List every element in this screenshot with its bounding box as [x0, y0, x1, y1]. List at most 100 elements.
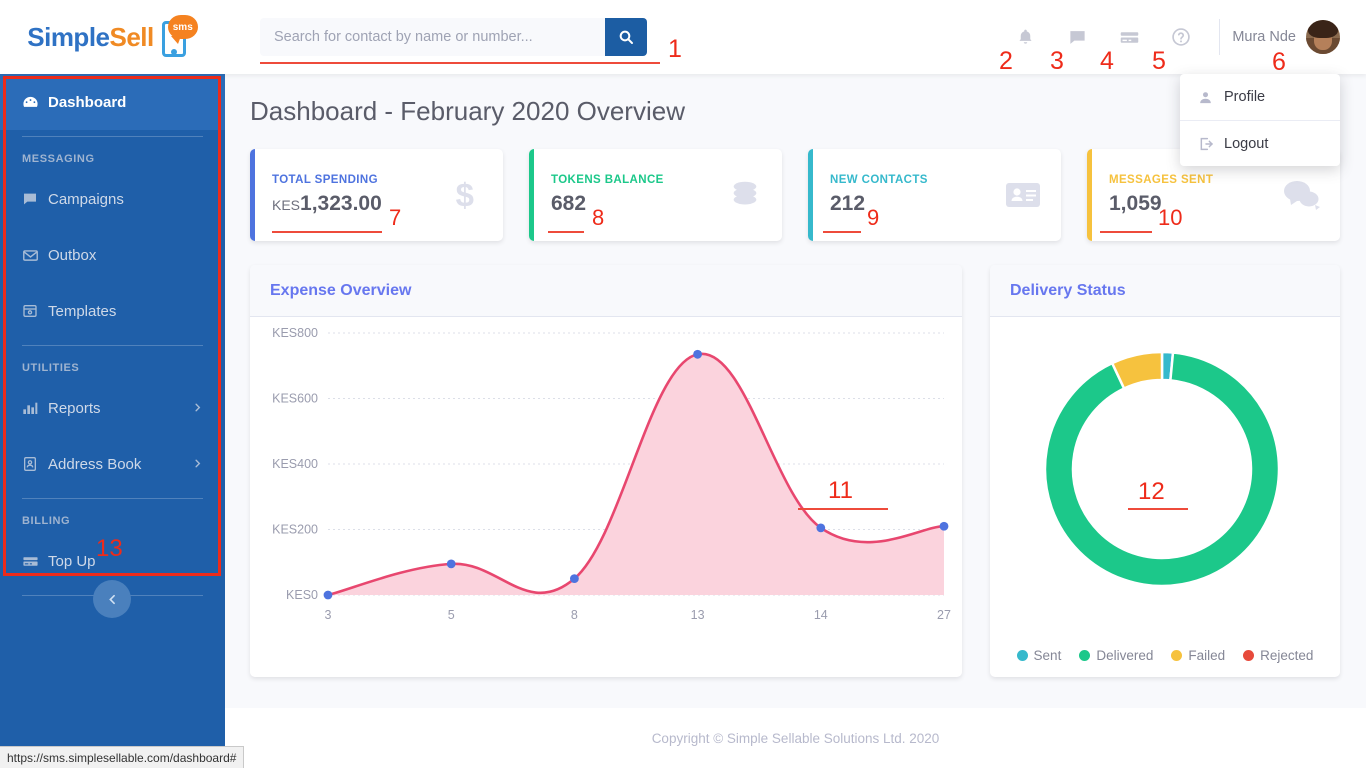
data-point: [446, 559, 456, 569]
avatar: [1306, 20, 1340, 54]
legend-label-rejected: Rejected: [1260, 648, 1314, 663]
data-point: [323, 590, 333, 600]
top-navbar: SimpleSell sms Search for contact by nam…: [0, 0, 1366, 74]
chart-bar-icon: [22, 400, 48, 416]
footer-copyright: Copyright © Simple Sellable Solutions Lt…: [651, 730, 940, 746]
x-axis-tick-label: 8: [571, 608, 578, 622]
card-new-contacts[interactable]: NEW CONTACTS 212: [808, 149, 1061, 241]
donut-slice-delivered: [1043, 351, 1281, 588]
menu-item-logout[interactable]: Logout: [1180, 120, 1340, 166]
sidebar-heading-utilities: UTILITIES: [22, 362, 80, 374]
legend-item-delivered[interactable]: Delivered: [1079, 648, 1153, 663]
card-messages-sent-value: 1,059: [1109, 192, 1162, 215]
footer: Copyright © Simple Sellable Solutions Lt…: [225, 708, 1366, 768]
card-messages-sent-label: MESSAGES SENT: [1109, 174, 1214, 186]
sidebar-item-address-book[interactable]: Address Book: [0, 436, 225, 492]
card-tokens-balance[interactable]: TOKENS BALANCE 682: [529, 149, 782, 241]
area-fill: [328, 353, 944, 595]
user-menu-toggle[interactable]: Mura Nde: [1232, 20, 1340, 54]
legend-swatch-failed: [1171, 650, 1183, 661]
legend-item-failed[interactable]: Failed: [1171, 648, 1225, 663]
sidebar-heading-messaging: MESSAGING: [22, 153, 95, 165]
card-new-contacts-label: NEW CONTACTS: [830, 174, 928, 186]
sign-out-icon: [1198, 136, 1224, 152]
card-tokens-balance-body: TOKENS BALANCE 682: [551, 174, 664, 216]
expense-overview-panel: Expense Overview KES0 KES200 KES400 KES600 K…: [250, 265, 962, 677]
delivery-panel-title: Delivery Status: [1010, 281, 1126, 299]
card-new-contacts-value: 212: [830, 192, 866, 215]
x-axis-tick-label: 14: [814, 608, 828, 622]
menu-item-profile[interactable]: Profile: [1180, 74, 1340, 120]
card-total-spending-body: TOTAL SPENDING KES1,323.00: [272, 174, 382, 216]
messages-button[interactable]: [1051, 0, 1103, 74]
legend-swatch-delivered: [1079, 650, 1091, 661]
data-point: [816, 523, 826, 533]
sidebar-divider-1: [22, 136, 203, 137]
id-card-icon: [1005, 180, 1041, 210]
search-input[interactable]: [260, 18, 605, 56]
sidebar-collapse-button[interactable]: [93, 580, 131, 618]
sidebar-item-templates[interactable]: Templates: [0, 283, 225, 339]
sidebar-item-dashboard-label: Dashboard: [48, 93, 127, 111]
x-axis-tick-label: 27: [937, 608, 951, 622]
sidebar-item-reports[interactable]: Reports: [0, 380, 225, 436]
card-amount: 1,323.00: [300, 192, 382, 215]
search-bar: [260, 18, 660, 64]
app-logo[interactable]: SimpleSell sms: [0, 15, 225, 59]
sidebar-item-templates-label: Templates: [48, 302, 117, 320]
logo-text-primary: Simple: [27, 21, 110, 52]
credit-card-icon: [1120, 31, 1139, 43]
card-total-spending[interactable]: TOTAL SPENDING KES1,323.00 $: [250, 149, 503, 241]
user-dropdown-menu: Profile Logout: [1180, 74, 1340, 166]
sidebar-heading-billing: BILLING: [22, 515, 71, 527]
delivery-panel-header: Delivery Status: [990, 265, 1340, 317]
phone-home-dot: [170, 49, 177, 55]
delivery-donut-chart[interactable]: [990, 317, 1335, 627]
search-button[interactable]: [605, 18, 647, 56]
help-circle-icon: [1172, 28, 1191, 46]
archive-icon: [22, 303, 48, 319]
search-icon: [619, 30, 633, 44]
logo-text-secondary: Sell: [109, 21, 155, 52]
annotation-underline-1: [260, 62, 660, 64]
sidebar-item-campaigns[interactable]: Campaigns: [0, 171, 225, 227]
sidebar-item-outbox[interactable]: Outbox: [0, 227, 225, 283]
topbar-actions: Mura Nde: [999, 0, 1366, 74]
help-button[interactable]: [1155, 0, 1207, 74]
legend-label-sent: Sent: [1033, 648, 1062, 663]
legend-label-failed: Failed: [1188, 648, 1226, 663]
expense-panel-title: Expense Overview: [270, 281, 412, 299]
sidebar-item-top-up-label: Top Up: [48, 552, 96, 570]
sidebar-item-address-book-label: Address Book: [48, 455, 142, 473]
browser-status-bar: https://sms.simplesellable.com/dashboard…: [0, 746, 245, 768]
legend-item-sent[interactable]: Sent: [1016, 648, 1062, 663]
menu-item-profile-label: Profile: [1224, 89, 1266, 105]
expense-panel-header: Expense Overview: [250, 265, 962, 317]
address-book-icon: [22, 456, 48, 472]
card-messages-sent-body: MESSAGES SENT 1,059: [1109, 174, 1213, 216]
menu-item-logout-label: Logout: [1224, 135, 1269, 152]
sms-phone-icon: sms: [156, 15, 198, 59]
sidebar-item-outbox-label: Outbox: [48, 246, 97, 264]
data-point: [939, 521, 949, 531]
sidebar-item-reports-label: Reports: [48, 399, 101, 417]
expense-area-chart[interactable]: KES0 KES200 KES400 KES600 KES800 3 5 8 13 14 27: [250, 317, 962, 677]
delivery-legend: Sent Delivered Failed Rejected: [990, 648, 1340, 663]
legend-item-rejected[interactable]: Rejected: [1243, 648, 1313, 663]
y-axis-tick-label: KES800: [272, 326, 318, 340]
billing-button[interactable]: [1103, 0, 1155, 74]
x-axis-tick-label: 13: [691, 608, 705, 622]
card-total-spending-value: KES1,323.00: [272, 192, 382, 216]
chevron-right-icon: [192, 456, 203, 473]
speech-bubble-shape: sms: [167, 15, 198, 44]
legend-swatch-rejected: [1243, 650, 1255, 661]
data-point: [693, 349, 702, 359]
x-axis-tick-label: 5: [448, 608, 455, 622]
card-tokens-balance-value: 682: [551, 192, 587, 215]
comment-icon: [22, 191, 48, 207]
y-axis-tick-label: KES400: [272, 457, 318, 471]
sidebar-item-dashboard[interactable]: Dashboard: [0, 74, 225, 130]
notifications-button[interactable]: [999, 0, 1051, 74]
expense-chart-area: KES0 KES200 KES400 KES600 KES800 3 5 8 13 14 27: [250, 317, 962, 677]
credit-card-icon: [22, 553, 48, 570]
